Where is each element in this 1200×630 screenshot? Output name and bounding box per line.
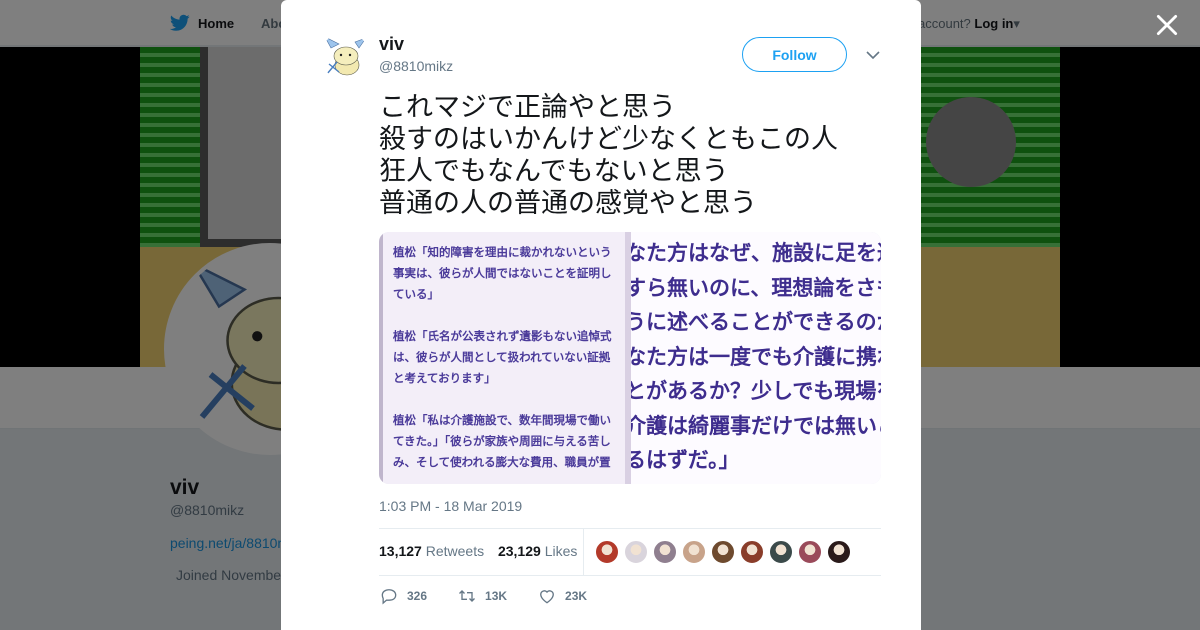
media-image-left[interactable]: 植松「知的障害を理由に裁かれないという事実は、彼らが人間ではないことを証明してい… xyxy=(379,232,625,484)
likes-count[interactable]: 23,129 xyxy=(498,543,541,559)
retweet-button[interactable]: 13K xyxy=(457,586,507,606)
retweets-count[interactable]: 13,127 xyxy=(379,543,422,559)
heart-icon xyxy=(540,590,554,604)
retweet-count: 13K xyxy=(485,589,508,603)
tweet-text-line: 普通の人の普通の感覚やと思う xyxy=(379,188,757,219)
reply-icon xyxy=(381,589,397,605)
liker-avatar[interactable] xyxy=(682,540,706,564)
retweets-label[interactable]: Retweets xyxy=(426,543,484,559)
media-text-line: るはずだ。」 xyxy=(631,448,740,472)
tweet-timestamp[interactable]: 1:03 PM - 18 Mar 2019 xyxy=(379,498,522,514)
liker-avatar[interactable] xyxy=(827,540,851,564)
tweet-permalink-modal: viv @8810mikz Follow これマジで正論やと思う 殺すのはいかん… xyxy=(281,0,921,630)
liker-avatar[interactable] xyxy=(624,540,648,564)
chevron-down-icon[interactable] xyxy=(865,48,881,62)
tweet-text-line: これマジで正論やと思う xyxy=(379,92,676,123)
liker-avatar[interactable] xyxy=(740,540,764,564)
mascot-avatar-image xyxy=(321,32,369,80)
media-text-paragraph: 植松「氏名が公表されず遺影もない追悼式は、彼らが人間として扱われていない証拠と考… xyxy=(393,329,612,385)
likes-label[interactable]: Likes xyxy=(545,543,578,559)
media-text-line: なた方はなぜ、施設に足を運 xyxy=(631,241,881,265)
media-text-paragraph: 植松「知的障害を理由に裁かれないという事実は、彼らが人間ではないことを証明してい… xyxy=(393,245,612,301)
media-text-line: とがあるか？少しでも現場を知 xyxy=(631,379,881,403)
like-count: 23K xyxy=(565,589,588,603)
tweet-stats: 13,127 Retweets 23,129 Likes xyxy=(379,528,881,576)
liker-avatar[interactable] xyxy=(798,540,822,564)
author-avatar[interactable] xyxy=(321,32,369,80)
stats-divider xyxy=(583,529,584,575)
close-icon[interactable] xyxy=(1154,12,1180,38)
author-name[interactable]: viv xyxy=(379,34,404,55)
author-handle[interactable]: @8810mikz xyxy=(379,58,453,74)
like-button[interactable]: 23K xyxy=(537,586,587,606)
tweet-text-line: 狂人でもなんでもないと思う xyxy=(379,156,729,187)
media-text-line: 介護は綺麗事だけでは無いこ xyxy=(631,413,881,438)
tweet-actions: 326 13K 23K xyxy=(379,586,617,606)
tweet-media[interactable]: 植松「知的障害を理由に裁かれないという事実は、彼らが人間ではないことを証明してい… xyxy=(379,232,881,484)
liker-avatar[interactable] xyxy=(769,540,793,564)
media-text-line: すら無いのに、理想論をさも xyxy=(631,275,881,300)
media-text-paragraph: 植松「私は介護施設で、数年間現場で働いてきた。」「彼らが家族や周囲に与える苦しみ… xyxy=(393,413,612,469)
media-text-line: なた方は一度でも介護に携わ xyxy=(631,344,881,369)
tweet-text: これマジで正論やと思う 殺すのはいかんけど少なくともこの人 狂人でもなんでもない… xyxy=(379,92,879,220)
liker-avatar[interactable] xyxy=(653,540,677,564)
liker-avatar[interactable] xyxy=(711,540,735,564)
reply-count: 326 xyxy=(407,589,428,603)
follow-button[interactable]: Follow xyxy=(742,37,847,72)
liker-avatar[interactable] xyxy=(595,540,619,564)
media-text-line: うに述べることができるのか xyxy=(631,310,881,334)
tweet-text-line: 殺すのはいかんけど少なくともこの人 xyxy=(379,124,838,155)
reply-button[interactable]: 326 xyxy=(379,586,427,606)
liker-avatars xyxy=(595,540,851,564)
media-image-right[interactable]: なた方はなぜ、施設に足を運 すら無いのに、理想論をさも うに述べることができるの… xyxy=(631,232,881,484)
retweet-icon xyxy=(459,590,476,602)
